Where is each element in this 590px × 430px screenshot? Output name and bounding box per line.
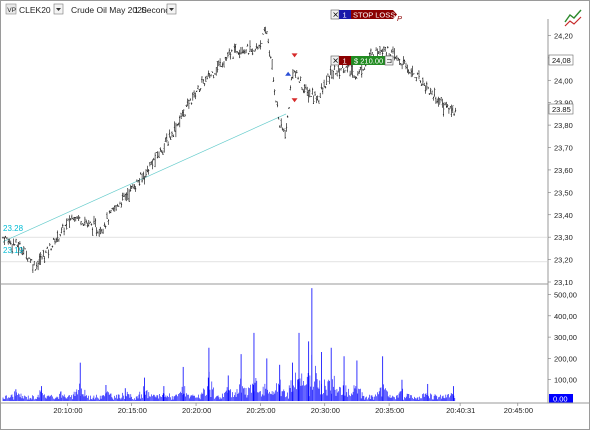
- price-axis-label: 24,00: [554, 76, 573, 85]
- time-axis-label: 20:40:31: [446, 406, 475, 415]
- stop-loss-label: STOP LOSS: [353, 11, 395, 20]
- price-axis-label: 23,60: [554, 166, 573, 175]
- last-price-label: 23.85: [552, 105, 571, 114]
- last-price-tag: 23.85: [548, 103, 574, 115]
- price-axis-label: 23,30: [554, 233, 573, 242]
- volume-axis-label: 400,00: [554, 312, 577, 321]
- price-axis-label: 23,70: [554, 144, 573, 153]
- position-quantity: 1: [343, 57, 347, 66]
- left-price-label-low: 23.19: [3, 246, 24, 255]
- price-axis-label: 23,10: [554, 278, 573, 287]
- time-axis-label: 20:30:00: [311, 406, 340, 415]
- price-axis-label: 23,50: [554, 188, 573, 197]
- last-volume-label: 0.00: [553, 395, 568, 404]
- price-axis-label: 23,40: [554, 211, 573, 220]
- volume-axis-label: 500,00: [554, 291, 577, 300]
- time-axis-label: 20:45:00: [504, 406, 533, 415]
- price-axis-label: 23,20: [554, 256, 573, 265]
- time-axis-label: 20:20:00: [182, 406, 211, 415]
- position-menu-glyph: ⊐: [386, 58, 392, 65]
- position-marker[interactable]: ✕ 1 $ 210.00 ⊐: [330, 55, 394, 66]
- chart-frame: VP CLEK20 Crude Oil May 2020 1 Second 23…: [0, 0, 590, 430]
- instrument-symbol[interactable]: CLEK20: [19, 5, 51, 15]
- volume-axis-label: 100,00: [554, 376, 577, 385]
- stop-loss-marker: P: [397, 14, 402, 23]
- time-axis-label: 20:25:00: [246, 406, 275, 415]
- time-axis-label: 20:15:00: [118, 406, 147, 415]
- price-axis-label: 24,20: [554, 31, 573, 40]
- volume-axis-label: 200,00: [554, 354, 577, 363]
- price-axis-label: 23,80: [554, 121, 573, 130]
- position-price-tag-label: 24,08: [552, 56, 571, 65]
- time-axis-label: 20:35:00: [375, 406, 404, 415]
- volume-axis-label: 300,00: [554, 333, 577, 342]
- close-icon-glyph: ✕: [332, 11, 339, 20]
- bar-interval[interactable]: 1 Second: [134, 5, 170, 15]
- position-pnl: $ 210.00: [354, 57, 383, 66]
- position-price-tag: 24,08: [548, 54, 574, 66]
- vp-badge-label: VP: [7, 7, 16, 14]
- close-icon-glyph: ✕: [332, 57, 339, 66]
- stop-loss-quantity: 1: [343, 11, 347, 20]
- left-price-label-high: 23.28: [3, 224, 24, 233]
- time-axis-label: 20:10:00: [53, 406, 82, 415]
